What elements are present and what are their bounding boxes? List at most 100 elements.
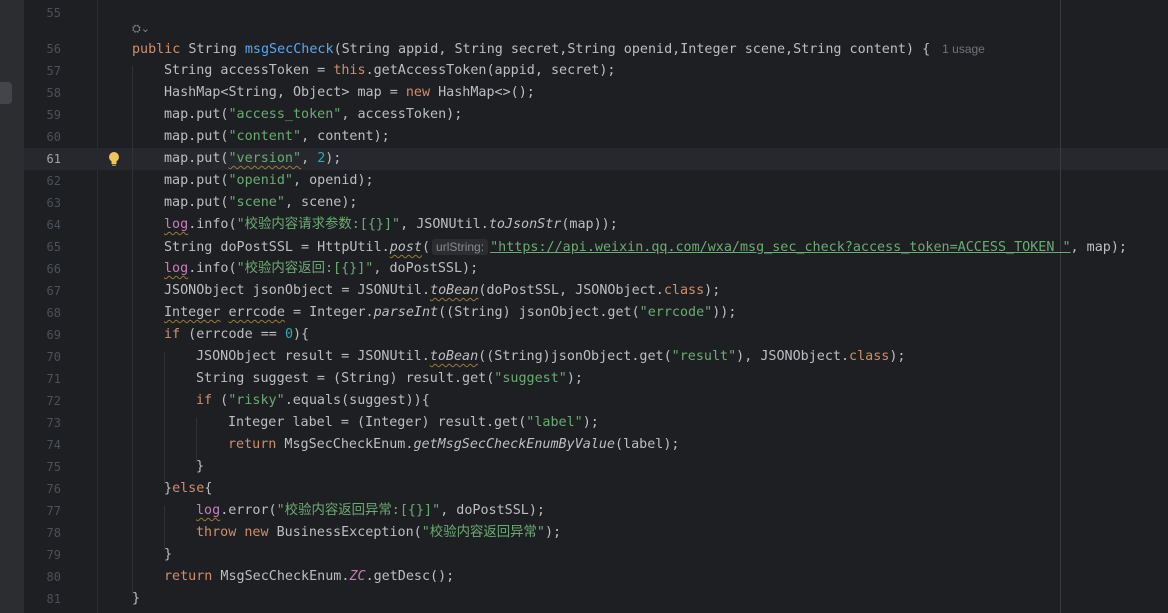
token-keyword: throw — [196, 525, 237, 540]
token-field: log — [164, 217, 189, 232]
line-number: 57 — [46, 64, 61, 78]
line-number: 81 — [46, 592, 61, 606]
code-line[interactable]: map.put("openid", openid); — [164, 170, 374, 192]
token-keyword: class — [663, 283, 705, 298]
code-line[interactable]: return MsgSecCheckEnum.getMsgSecCheckEnu… — [228, 434, 679, 456]
code-line[interactable]: log.error("校验内容返回异常:[{}]", doPostSSL); — [196, 500, 545, 522]
line-number: 79 — [46, 548, 61, 562]
code-line[interactable]: String accessToken = this.getAccessToken… — [164, 60, 615, 82]
code-line[interactable]: } — [196, 456, 204, 478]
token-url-string[interactable]: "https://api.weixin.qq.com/wxa/msg_sec_c… — [490, 240, 1070, 255]
token-text: String — [180, 42, 245, 57]
token-text: ){ — [293, 327, 310, 342]
token-static-method: getMsgSecCheckEnumByValue — [413, 437, 615, 452]
code-line[interactable]: return MsgSecCheckEnum.ZC.getDesc(); — [164, 566, 454, 588]
indent-guide — [132, 66, 133, 594]
token-text: } — [164, 547, 173, 562]
code-line[interactable]: }else{ — [164, 478, 212, 500]
code-line[interactable]: throw new BusinessException("校验内容返回异常"); — [196, 522, 561, 544]
token-text: .info( — [188, 261, 237, 276]
token-text: )); — [712, 305, 737, 320]
code-line[interactable]: if ("risky".equals(suggest)){ — [196, 390, 430, 412]
token-text: , openid); — [293, 173, 374, 188]
line-number: 72 — [46, 394, 61, 408]
token-text: ); — [325, 151, 342, 166]
line-number: 70 — [46, 350, 61, 364]
code-line[interactable]: } — [132, 588, 140, 610]
code-line[interactable]: HashMap<String, Object> map = new HashMa… — [164, 82, 535, 104]
line-number: 58 — [46, 86, 61, 100]
token-field: log — [196, 503, 221, 518]
code-line[interactable]: String doPostSSL = HttpUtil.post(urlStri… — [164, 236, 1127, 258]
token-keyword: return — [228, 437, 277, 452]
usage-hint[interactable]: 1 usage — [942, 42, 985, 56]
token-text: ); — [566, 371, 583, 386]
line-number: 66 — [46, 262, 61, 276]
token-text: map.put( — [164, 173, 229, 188]
token-variable: errcode — [228, 305, 285, 320]
token-text: } — [196, 459, 205, 474]
token-text: ); — [704, 283, 721, 298]
token-text: , accessToken); — [341, 107, 463, 122]
line-number: 55 — [46, 6, 61, 20]
token-static-method: toBean — [430, 283, 479, 298]
token-number: 0 — [284, 327, 293, 342]
parameter-hint: urlString: — [432, 239, 489, 255]
token-method-name: msgSecCheck — [244, 42, 334, 57]
token-text: } — [132, 591, 141, 606]
token-string: "校验内容返回:[{}]" — [236, 261, 374, 276]
code-line-current[interactable]: map.put("version", 2); — [164, 148, 341, 170]
line-number: 73 — [46, 416, 61, 430]
token-text: (errcode == — [180, 327, 285, 342]
line-number: 59 — [46, 108, 61, 122]
tool-window-marker[interactable] — [0, 82, 12, 104]
token-string: "scene" — [228, 195, 285, 210]
token-string: "content" — [228, 129, 302, 144]
line-number: 68 — [46, 306, 61, 320]
token-text: , doPostSSL); — [373, 261, 479, 276]
token-static-field: ZC — [349, 569, 366, 584]
line-number: 75 — [46, 460, 61, 474]
token-text: (label); — [614, 437, 680, 452]
token-text: HashMap<>(); — [430, 85, 535, 100]
token-text: map.put( — [164, 129, 229, 144]
token-text: .getDesc(); — [365, 569, 455, 584]
line-number: 74 — [46, 438, 61, 452]
code-line[interactable]: } — [164, 544, 172, 566]
code-line[interactable]: Integer errcode = Integer.parseInt((Stri… — [164, 302, 736, 324]
line-number: 69 — [46, 328, 61, 342]
code-line[interactable]: Integer label = (Integer) result.get("la… — [228, 412, 599, 434]
code-line[interactable]: if (errcode == 0){ — [164, 324, 309, 346]
token-keyword: this — [333, 63, 366, 78]
token-keyword: else — [172, 481, 205, 496]
code-line[interactable]: map.put("scene", scene); — [164, 192, 358, 214]
code-line[interactable]: map.put("access_token", accessToken); — [164, 104, 462, 126]
token-text: , scene); — [284, 195, 358, 210]
token-string: "version" — [228, 151, 302, 166]
token-keyword: class — [849, 349, 890, 364]
code-line[interactable]: log.info("校验内容请求参数:[{}]", JSONUtil.toJso… — [164, 214, 618, 236]
token-text: , JSONUtil. — [400, 217, 489, 232]
token-text: MsgSecCheckEnum. — [276, 437, 414, 452]
code-line[interactable]: JSONObject result = JSONUtil.toBean((Str… — [196, 346, 905, 368]
token-text: ((String) jsonObject.get( — [438, 305, 640, 320]
lightbulb-icon[interactable] — [108, 151, 120, 167]
token-text: Integer label = (Integer) result.get( — [228, 415, 527, 430]
token-text: , content); — [301, 129, 390, 144]
token-text: { — [204, 481, 213, 496]
code-line[interactable]: map.put("content", content); — [164, 126, 390, 148]
code-line[interactable]: public String msgSecCheck(String appid, … — [132, 38, 985, 60]
code-line[interactable]: log.info("校验内容返回:[{}]", doPostSSL); — [164, 258, 478, 280]
token-text: (String appid, String secret,String open… — [333, 42, 931, 57]
code-line[interactable]: String suggest = (String) result.get("su… — [196, 368, 583, 390]
token-field: log — [164, 261, 189, 276]
token-text: , doPostSSL); — [440, 503, 545, 518]
line-number: 80 — [46, 570, 61, 584]
ai-assist-icon[interactable]: ⛭⌄ — [132, 22, 150, 36]
code-line[interactable]: JSONObject jsonObject = JSONUtil.toBean(… — [164, 280, 720, 302]
token-static-method: parseInt — [373, 305, 439, 320]
token-text: .info( — [188, 217, 237, 232]
token-text: } — [164, 481, 173, 496]
token-string: "access_token" — [228, 107, 342, 122]
token-text: ), JSONObject. — [736, 349, 850, 364]
